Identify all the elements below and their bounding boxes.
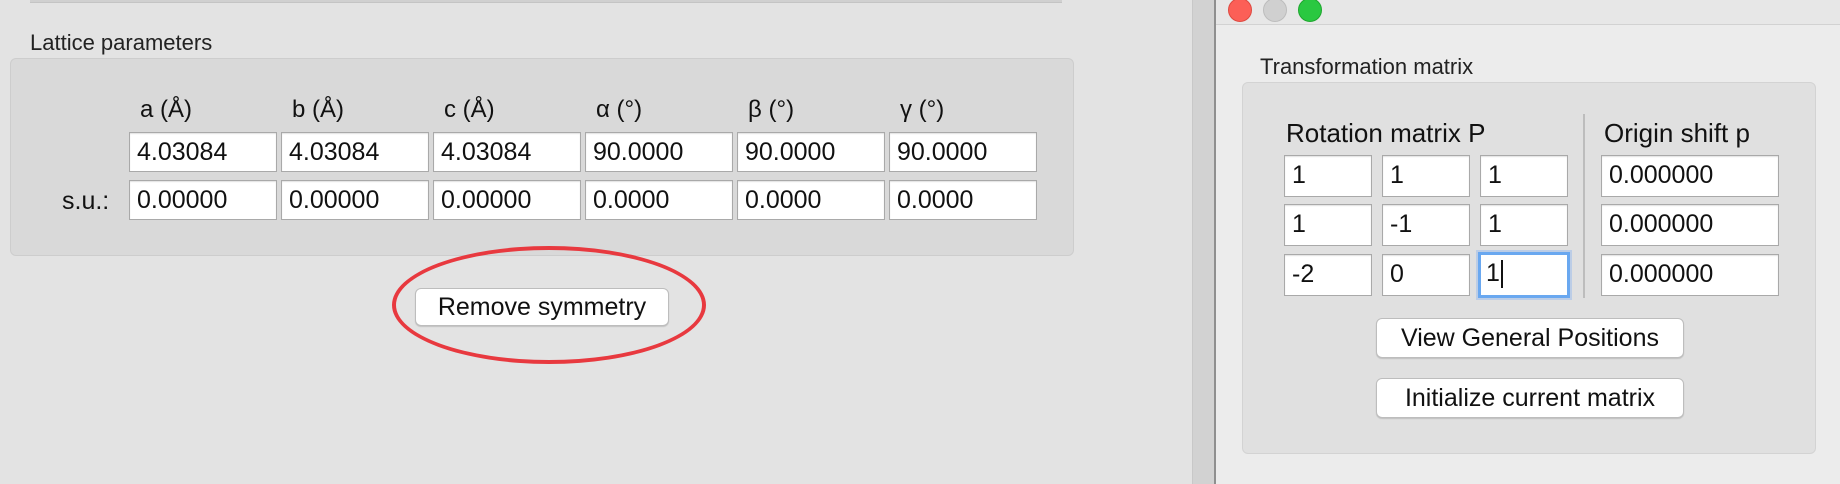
rotation-p33-value: 1 [1486, 259, 1500, 287]
text-caret [1500, 260, 1503, 289]
header-beta: β (°) [748, 96, 795, 123]
header-b: b (Å) [292, 96, 345, 123]
view-general-positions-button[interactable]: View General Positions [1376, 318, 1684, 358]
transformation-matrix-title: Transformation matrix [1260, 54, 1474, 79]
lattice-beta-field[interactable]: 90.0000 [737, 132, 885, 172]
top-panel-edge [30, 0, 1062, 3]
su-a-field[interactable]: 0.00000 [129, 180, 277, 220]
header-a: a (Å) [140, 96, 193, 123]
su-c-field[interactable]: 0.00000 [433, 180, 581, 220]
rotation-p33-field-focused[interactable]: 1 [1478, 252, 1570, 298]
transformation-window: Transformation matrix Rotation matrix P … [1214, 0, 1840, 484]
rotation-p21-field[interactable]: 1 [1284, 204, 1372, 246]
su-gamma-field[interactable]: 0.0000 [889, 180, 1037, 220]
origin-shift-header: Origin shift p [1604, 118, 1750, 148]
column-separator [1583, 114, 1585, 298]
lattice-parameters-title: Lattice parameters [30, 30, 213, 55]
su-beta-field[interactable]: 0.0000 [737, 180, 885, 220]
rotation-p11-field[interactable]: 1 [1284, 155, 1372, 197]
lattice-c-field[interactable]: 4.03084 [433, 132, 581, 172]
rotation-p22-field[interactable]: -1 [1382, 204, 1470, 246]
lattice-b-field[interactable]: 4.03084 [281, 132, 429, 172]
lattice-alpha-field[interactable]: 90.0000 [585, 132, 733, 172]
lattice-window: Lattice parameters a (Å) b (Å) c (Å) α (… [0, 0, 1192, 484]
rotation-p32-field[interactable]: 0 [1382, 254, 1470, 296]
initialize-current-matrix-button[interactable]: Initialize current matrix [1376, 378, 1684, 418]
red-highlight-ellipse [392, 246, 706, 364]
origin-shift-2-field[interactable]: 0.000000 [1601, 204, 1779, 246]
lattice-a-field[interactable]: 4.03084 [129, 132, 277, 172]
header-gamma: γ (°) [900, 96, 945, 123]
su-b-field[interactable]: 0.00000 [281, 180, 429, 220]
su-alpha-field[interactable]: 0.0000 [585, 180, 733, 220]
header-alpha: α (°) [596, 96, 643, 123]
rotation-p13-field[interactable]: 1 [1480, 155, 1568, 197]
header-c: c (Å) [444, 96, 495, 123]
rotation-p12-field[interactable]: 1 [1382, 155, 1470, 197]
rotation-matrix-header: Rotation matrix P [1286, 118, 1486, 148]
rotation-p23-field[interactable]: 1 [1480, 204, 1568, 246]
origin-shift-3-field[interactable]: 0.000000 [1601, 254, 1779, 296]
origin-shift-1-field[interactable]: 0.000000 [1601, 155, 1779, 197]
window-gap [1192, 0, 1215, 484]
su-label: s.u.: [62, 187, 110, 215]
rotation-p31-field[interactable]: -2 [1284, 254, 1372, 296]
lattice-gamma-field[interactable]: 90.0000 [889, 132, 1037, 172]
